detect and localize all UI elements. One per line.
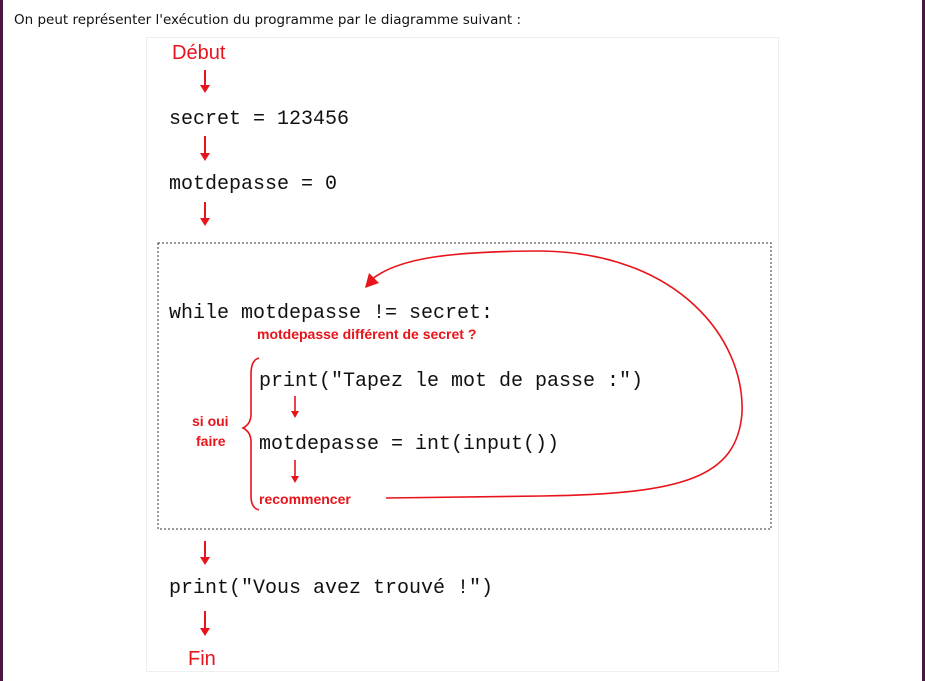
- down-arrow-4: [291, 396, 299, 418]
- down-arrow-6: [200, 541, 210, 565]
- end-label: Fin: [188, 648, 216, 670]
- down-arrow-3: [200, 202, 210, 226]
- recommencer-label: recommencer: [259, 491, 351, 507]
- si-oui-label: si oui: [192, 413, 229, 429]
- down-arrow-2: [200, 136, 210, 161]
- code-line-secret: secret = 123456: [169, 108, 349, 131]
- flow-diagram: Début secret = 123456 motdepasse = 0 whi…: [146, 37, 779, 672]
- faire-label: faire: [196, 433, 226, 449]
- brace: [241, 357, 260, 511]
- code-line-print-found: print("Vous avez trouvé !"): [169, 577, 493, 600]
- start-label: Début: [172, 42, 226, 64]
- condition-annotation: motdepasse différent de secret ?: [257, 326, 476, 342]
- code-line-while: while motdepasse != secret:: [169, 302, 493, 325]
- left-border: [0, 0, 3, 681]
- code-line-print-prompt: print("Tapez le mot de passe :"): [259, 370, 643, 393]
- down-arrow-5: [291, 460, 299, 483]
- code-line-motdepasse-init: motdepasse = 0: [169, 173, 337, 196]
- flow-diagram-svg: Début secret = 123456 motdepasse = 0 whi…: [157, 42, 772, 670]
- down-arrow-7: [200, 611, 210, 636]
- code-line-input: motdepasse = int(input()): [259, 433, 559, 456]
- down-arrow-1: [200, 70, 210, 93]
- intro-text: On peut représenter l'exécution du progr…: [14, 12, 522, 28]
